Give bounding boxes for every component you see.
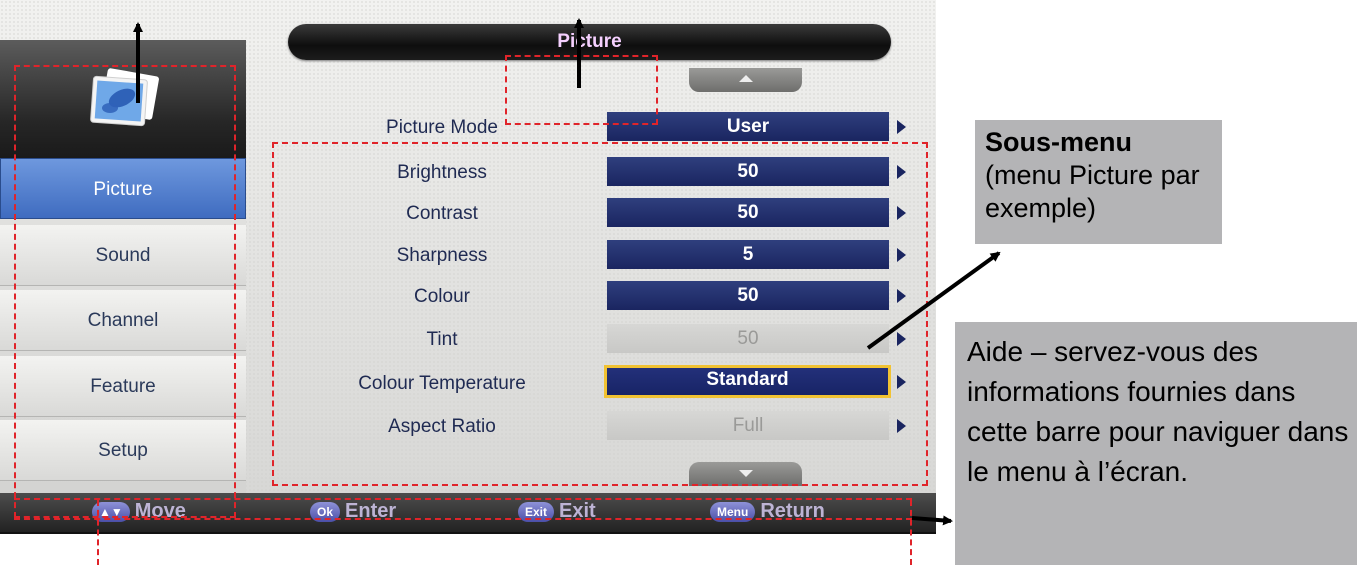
help-callout: Aide – servez-vous des informations four… <box>955 322 1357 565</box>
help-callout-text: Aide – servez-vous des informations four… <box>967 336 1349 487</box>
help-arrow <box>911 515 953 526</box>
submenu-callout: Sous-menu (menu Picture par exemple) <box>975 120 1222 244</box>
submenu-callout-text: (menu Picture par exemple) <box>985 160 1200 223</box>
submenu-callout-title: Sous-menu <box>985 127 1133 157</box>
